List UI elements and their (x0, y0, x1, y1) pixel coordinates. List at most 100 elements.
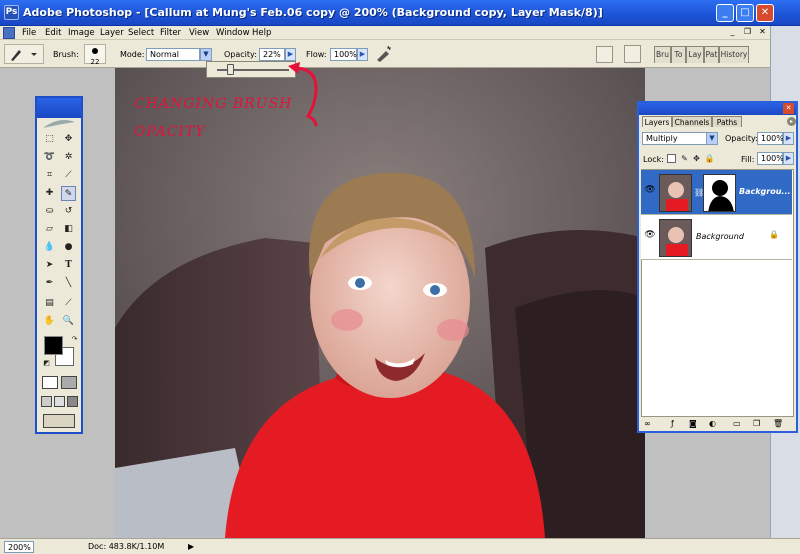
lasso-tool-icon[interactable]: ➰ (42, 150, 57, 165)
palette-well-tab-tool-presets[interactable]: To (671, 46, 686, 63)
standard-mode-icon[interactable] (42, 376, 58, 389)
minimize-button[interactable]: _ (716, 4, 734, 22)
layer-thumbnail[interactable] (659, 174, 692, 212)
layers-close-button[interactable]: ✕ (783, 103, 794, 114)
gradient-tool-icon[interactable]: ◧ (61, 222, 76, 237)
mode-dropdown-arrow[interactable]: ▼ (200, 48, 212, 61)
layer-row-background[interactable]: 👁 Background 🔒 (641, 215, 792, 260)
layer-name[interactable]: Background (696, 232, 744, 241)
tab-channels[interactable]: Channels (672, 116, 712, 127)
layer-name[interactable]: Backgrou... (739, 187, 791, 196)
palette-well-tab-history[interactable]: History (719, 46, 749, 63)
mode-select[interactable]: Normal (146, 48, 200, 61)
type-tool-icon[interactable]: T (61, 258, 76, 273)
status-menu-icon[interactable]: ▶ (188, 542, 194, 551)
flow-slider-button[interactable]: ▶ (357, 48, 368, 61)
opacity-slider-thumb[interactable] (227, 64, 234, 75)
history-brush-icon[interactable]: ↺ (61, 204, 76, 219)
fill-arrow[interactable]: ▶ (783, 152, 794, 165)
healing-brush-icon[interactable]: ✚ (42, 186, 57, 201)
menu-edit[interactable]: Edit (45, 27, 61, 39)
blur-tool-icon[interactable]: 💧 (42, 240, 57, 255)
screen-mode-standard-icon[interactable] (41, 396, 52, 407)
zoom-tool-icon[interactable]: 🔍 (61, 314, 76, 329)
palette-well-tab-brushes[interactable]: Bru (654, 46, 671, 63)
layer-row-background-copy[interactable]: 👁 ⛓ Backgrou... (641, 170, 792, 215)
slice-tool-icon[interactable]: ⟋ (61, 168, 76, 183)
menu-window[interactable]: Window (216, 27, 250, 39)
new-layer-icon[interactable]: ❐ (753, 419, 760, 428)
move-tool-icon[interactable]: ✥ (61, 132, 76, 147)
tab-layers[interactable]: Layers (642, 116, 672, 127)
pen-tool-icon[interactable]: ✒ (42, 276, 57, 291)
layer-style-icon[interactable]: ƒ (671, 419, 674, 428)
new-group-icon[interactable]: ▭ (733, 419, 741, 428)
menu-view[interactable]: View (189, 27, 209, 39)
menu-image[interactable]: Image (68, 27, 95, 39)
photoshop-app-icon[interactable]: Ps (4, 5, 19, 20)
magic-wand-icon[interactable]: ✲ (61, 150, 76, 165)
screen-mode-full-icon[interactable] (67, 396, 78, 407)
layers-title-bar[interactable]: ✕ (639, 103, 796, 115)
zoom-field[interactable]: 200% (4, 541, 34, 553)
blend-mode-select[interactable]: Multiply (642, 132, 710, 145)
flow-input[interactable]: 100% (330, 48, 357, 61)
delete-layer-icon[interactable]: 🗑 (773, 419, 783, 428)
eye-icon[interactable]: 👁 (644, 185, 656, 197)
file-browser-icon[interactable] (596, 46, 613, 63)
maximize-button[interactable]: □ (736, 4, 754, 22)
dodge-tool-icon[interactable]: ● (61, 240, 76, 255)
hand-tool-icon[interactable]: ✋ (42, 314, 57, 329)
tool-preset-picker[interactable] (4, 44, 44, 64)
document-icon[interactable] (3, 27, 15, 39)
lock-transparency-icon[interactable] (667, 154, 676, 163)
quick-mask-icon[interactable] (61, 376, 77, 389)
layer-opacity-input[interactable]: 100% (757, 132, 784, 145)
marquee-tool-icon[interactable]: ⬚ (42, 132, 57, 147)
doc-close-button[interactable]: ✕ (757, 27, 768, 38)
notes-tool-icon[interactable]: ▤ (42, 296, 57, 311)
blend-mode-arrow[interactable]: ▼ (706, 132, 718, 145)
jump-to-imageready-icon[interactable] (43, 414, 75, 428)
palette-well-tab-paths[interactable]: Pat (704, 46, 719, 63)
tab-paths[interactable]: Paths (712, 116, 742, 127)
line-tool-icon[interactable]: ╲ (61, 276, 76, 291)
layer-thumbnail[interactable] (659, 219, 692, 257)
add-mask-icon[interactable]: ◙ (689, 419, 697, 428)
feather-logo-icon[interactable] (41, 118, 77, 130)
menu-file[interactable]: File (22, 27, 36, 39)
brush-tool-icon[interactable]: ✎ (61, 186, 76, 201)
toolbox-title-bar[interactable] (37, 98, 81, 118)
adjustment-layer-icon[interactable]: ◐ (709, 419, 716, 428)
brush-picker[interactable]: 22 (84, 44, 106, 66)
clone-stamp-icon[interactable]: ⛀ (42, 204, 57, 219)
doc-restore-button[interactable]: ❐ (742, 27, 753, 38)
menu-layer[interactable]: Layer (100, 27, 124, 39)
default-colors-icon[interactable]: ◩ (39, 356, 54, 371)
palette-menu-icon[interactable]: ▸ (787, 117, 796, 126)
toggle-palettes-icon[interactable] (624, 45, 641, 63)
close-button[interactable]: ✕ (756, 4, 774, 22)
doc-minimize-button[interactable]: _ (727, 27, 738, 38)
foreground-color-swatch-top[interactable] (44, 336, 63, 355)
annotation-text-line2: OPACITY (134, 124, 206, 140)
eyedropper-icon[interactable]: ⟋ (61, 296, 76, 311)
layer-opacity-arrow[interactable]: ▶ (783, 132, 794, 145)
opacity-input[interactable]: 22% (259, 48, 285, 61)
airbrush-icon[interactable] (374, 45, 394, 63)
layer-mask-thumbnail[interactable] (703, 174, 736, 212)
crop-tool-icon[interactable]: ⌗ (42, 168, 57, 183)
lock-all-icon[interactable]: 🔒 (702, 151, 717, 166)
palette-well-tab-layer-comps[interactable]: Lay (686, 46, 704, 63)
swap-colors-icon[interactable]: ↷ (67, 332, 82, 347)
fill-input[interactable]: 100% (757, 152, 784, 165)
path-selection-icon[interactable]: ➤ (42, 258, 57, 273)
eraser-tool-icon[interactable]: ▱ (42, 222, 57, 237)
menu-help[interactable]: Help (252, 27, 271, 39)
menu-filter[interactable]: Filter (160, 27, 181, 39)
title-bar[interactable]: Ps Adobe Photoshop - [Callum at Mung's F… (0, 0, 800, 26)
menu-select[interactable]: Select (128, 27, 154, 39)
screen-mode-full-menu-icon[interactable] (54, 396, 65, 407)
link-layers-icon[interactable]: ∞ (644, 419, 651, 428)
eye-icon[interactable]: 👁 (644, 230, 656, 242)
